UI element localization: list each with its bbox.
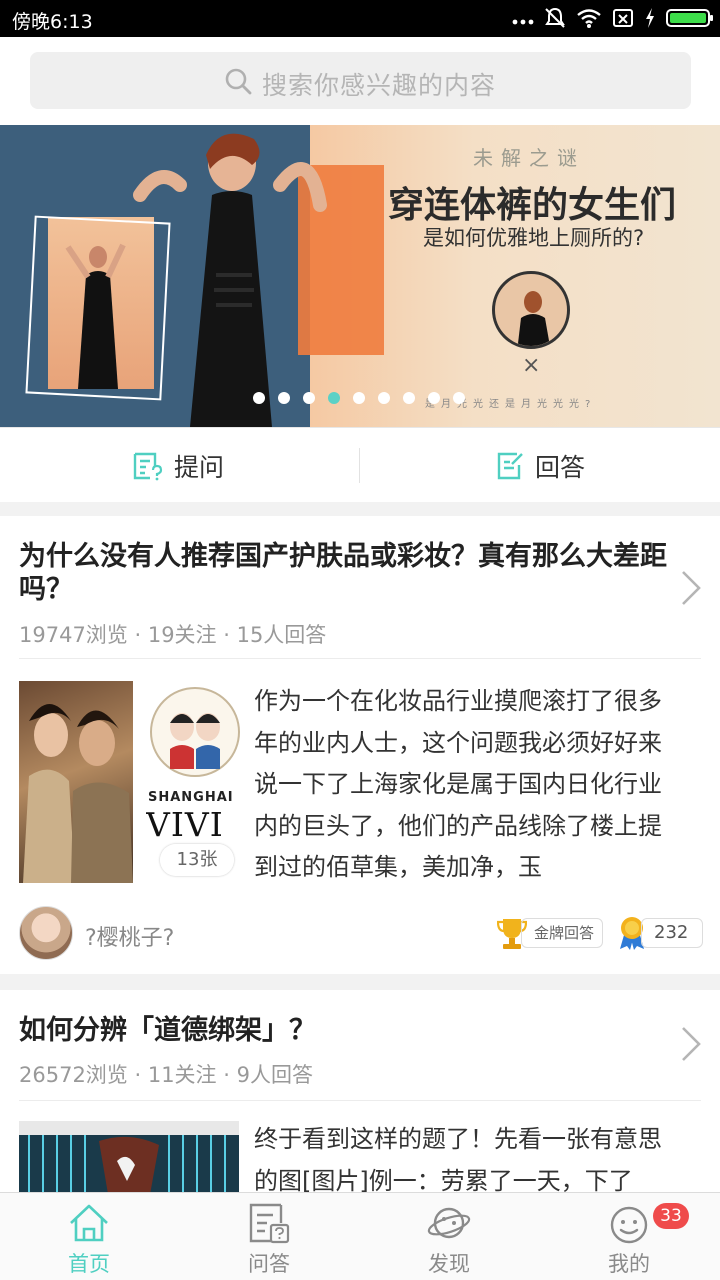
carousel-dot[interactable]: [453, 392, 465, 404]
tab-label: 首页: [68, 1252, 110, 1276]
qa-icon: [249, 1203, 290, 1244]
brand-text: SHANGHAI: [148, 790, 234, 805]
status-bar: 傍晚6:13: [0, 0, 720, 37]
carousel-dot[interactable]: [428, 392, 440, 404]
chevron-right-icon[interactable]: [680, 1026, 702, 1062]
carousel-dot[interactable]: [403, 392, 415, 404]
banner-close-glyph: ×: [522, 353, 541, 378]
carousel-dot[interactable]: [353, 392, 365, 404]
battery-fill: [670, 13, 706, 23]
banner-subtitle: 未解之谜: [473, 146, 585, 170]
search-icon: [225, 68, 252, 95]
action-bar: 提问 回答: [0, 427, 720, 502]
banner-tagline: 是如何优雅地上厕所的?: [423, 226, 645, 250]
image-count: 13张: [176, 849, 218, 870]
wifi-icon: [577, 9, 601, 28]
planet-icon: [427, 1207, 471, 1239]
tab-home[interactable]: 首页: [29, 1193, 149, 1280]
search-placeholder: 搜索你感兴趣的内容: [262, 71, 497, 100]
author-name[interactable]: ?樱桃子?: [85, 920, 174, 952]
battery-icon: [666, 9, 713, 27]
question-card[interactable]: 如何分辨「道德绑架」？ 26572浏览 · 11关注 · 9人回答 终于看到这样…: [0, 990, 720, 1200]
more-dots-icon: [512, 19, 534, 25]
tab-me[interactable]: 我的 33: [569, 1193, 689, 1280]
home-icon: [70, 1204, 108, 1242]
answer-thumbnail[interactable]: [19, 1121, 239, 1200]
image-count-badge: 13张: [160, 844, 234, 876]
carousel-dot[interactable]: [378, 392, 390, 404]
banner-model-figure: [133, 133, 327, 427]
question-stats: 19747浏览 · 19关注 · 15人回答: [19, 623, 327, 647]
gold-answer-label: 金牌回答: [521, 918, 604, 948]
answer-thumbnail[interactable]: [19, 681, 133, 883]
like-badge[interactable]: 232: [617, 916, 703, 950]
tab-label: 问答: [248, 1252, 290, 1276]
answer-icon: [497, 452, 523, 479]
carousel-dot-active[interactable]: [328, 392, 340, 404]
tab-label: 我的: [608, 1252, 650, 1276]
like-count: 232: [641, 918, 703, 948]
charging-icon: [646, 8, 654, 28]
bottom-tab-bar: 首页 问答 发现 我的 33: [0, 1192, 720, 1280]
status-time: 傍晚6:13: [12, 11, 93, 33]
ask-icon: [133, 452, 163, 480]
question-title[interactable]: 如何分辨「道德绑架」？: [19, 1014, 669, 1047]
promo-banner[interactable]: 未解之谜 穿连体裤的女生们 是如何优雅地上厕所的? × 是月光光还是月光光光?: [0, 125, 720, 427]
brand-logo-emblem: [150, 687, 240, 777]
question-stats: 26572浏览 · 11关注 · 9人回答: [19, 1063, 313, 1087]
search-input[interactable]: 搜索你感兴趣的内容: [30, 52, 691, 109]
answer-label: 回答: [535, 452, 586, 482]
mute-icon: [545, 7, 565, 28]
chevron-right-icon[interactable]: [680, 570, 702, 606]
brand-text-large: VIVI: [146, 805, 224, 844]
carousel-dot[interactable]: [278, 392, 290, 404]
gold-answer-badge: 金牌回答: [497, 916, 604, 950]
notification-badge: 33: [653, 1203, 689, 1229]
sim-icon: [613, 9, 633, 27]
ask-label: 提问: [174, 452, 225, 482]
answer-excerpt[interactable]: 作为一个在化妆品行业摸爬滚打了很多年的业内人士，这个问题我必须好好来说一下了上海…: [254, 681, 684, 886]
question-card[interactable]: 为什么没有人推荐国产护肤品或彩妆？真有那么大差距吗？ 19747浏览 · 19关…: [0, 516, 720, 974]
answer-excerpt[interactable]: 终于看到这样的题了！先看一张有意思的图[图片]例一：劳累了一天，下了: [254, 1119, 684, 1200]
divider: [19, 1100, 701, 1101]
tab-label: 发现: [428, 1252, 470, 1276]
status-icons: [512, 6, 713, 30]
carousel-dot[interactable]: [253, 392, 265, 404]
action-divider: [359, 448, 360, 483]
answer-button[interactable]: 回答: [495, 428, 585, 503]
ask-button[interactable]: 提问: [132, 428, 224, 503]
banner-title: 穿连体裤的女生们: [388, 184, 677, 226]
avatar[interactable]: [19, 906, 73, 960]
carousel-dot[interactable]: [303, 392, 315, 404]
divider: [19, 658, 701, 659]
banner-avatar: [492, 271, 570, 349]
tab-qa[interactable]: 问答: [209, 1193, 329, 1280]
search-area: 搜索你感兴趣的内容: [0, 37, 720, 125]
question-title[interactable]: 为什么没有人推荐国产护肤品或彩妆？真有那么大差距吗？: [19, 540, 669, 606]
tab-discover[interactable]: 发现: [389, 1193, 509, 1280]
carousel-dots: [253, 392, 465, 404]
smiley-icon: [610, 1206, 648, 1244]
